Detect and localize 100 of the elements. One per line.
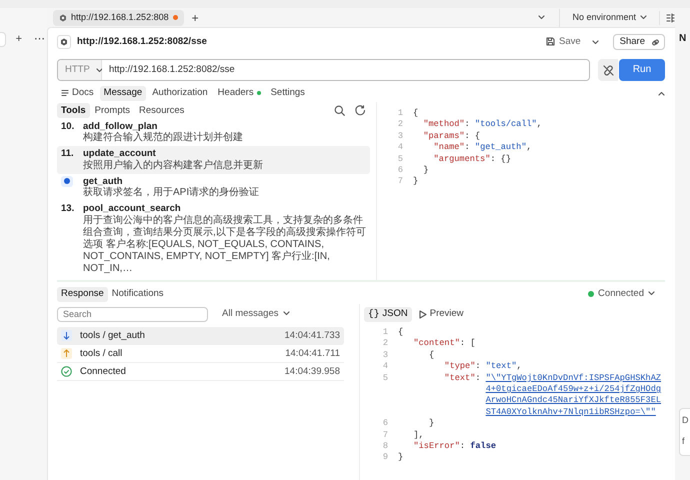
line-number: 7 [382,430,389,442]
code-token: "get_auth" [474,142,526,154]
tool-number: 11. [61,148,75,162]
line-number: 4 [396,142,404,154]
request-tab[interactable]: Docs [57,86,98,100]
code-token: } [422,165,428,176]
sidebar-button[interactable]: + [14,34,24,44]
save-options-chevron-icon[interactable] [592,40,599,44]
code-token: : [ [460,338,476,350]
message-time: 14:04:39.958 [284,366,340,378]
line-number: 5 [382,372,389,385]
request-tab[interactable]: Settings [266,86,309,100]
line-number: 8 [382,441,389,452]
request-title: http://192.168.1.252:8082/sse [77,36,207,48]
tool-name: pool_account_search [83,203,182,214]
code-token: "params" [422,130,465,142]
code-token: : {} [490,154,511,166]
code-token: "content" [412,338,460,350]
check-circle-icon [61,366,72,377]
code-token: "text" [443,372,476,385]
broken-link-icon [602,64,614,76]
message-row[interactable]: Connected 14:04:39.958 [57,363,344,381]
code-token: "text" [486,361,517,373]
message-row[interactable]: tools / get_auth 14:04:41.733 [57,327,344,345]
card-text: f [682,436,686,447]
line-number: 9 [382,452,389,464]
search-field[interactable] [0,32,6,46]
response-tab[interactable]: Response [57,286,108,302]
message-time: 14:04:41.711 [285,348,340,360]
connection-status[interactable]: Connected [582,287,661,301]
tool-item[interactable]: 13. pool_account_search 用于查询公海中的客户信息的高级搜索工具，支持复杂的多条件组合查询，查询结果分页展示,以下是各字段的高级搜索操作符可选项 客户名称:[EQUALS, NOT_EQUALS, CONTAINS, NOT_CONTAINS, EMPTY, NOT_EMPTY] 客户行业:[IN, NOT_IN,… [57,201,370,277]
message-label: tools / get_auth [80,330,145,342]
save-button[interactable]: Save [544,36,583,48]
code-token: : [460,441,466,452]
line-number: 1 [396,108,404,120]
response-tab[interactable]: Notifications [108,286,168,302]
disconnect-button[interactable] [598,59,618,81]
request-tab[interactable]: Headers [214,86,265,100]
code-token: , [536,119,542,131]
docs-icon [61,89,69,97]
tool-number: 10. [61,121,76,134]
environment-settings-icon[interactable] [666,12,675,22]
tool-name: update_account [83,148,157,160]
code-token: "tools/call" [474,119,537,131]
play-icon [418,310,427,318]
code-token: false [470,441,496,452]
message-row[interactable]: tools / call 14:04:41.711 [57,345,344,363]
request-tab[interactable]: Message [100,86,146,100]
request-tab[interactable]: http://192.168.1.252:808 [53,10,184,26]
tool-number: 13. [61,203,76,216]
url-bar[interactable]: HTTP http://192.168.1.252:8082/sse [57,59,590,81]
tool-item[interactable]: get_auth 获取请求签名，用于API请求的身份验证 [57,174,370,202]
line-number: 3 [396,130,404,142]
line-number: 2 [396,119,404,131]
code-token: : [475,372,482,385]
tool-description: 按照用户输入的内容构建客户信息并更新 [83,160,263,172]
tool-tab[interactable]: Resources [135,103,188,118]
code-token: : [464,142,471,154]
line-number: 6 [396,165,404,176]
search-field[interactable]: Search [57,306,208,322]
line-number: 1 [382,327,389,338]
line-number: 3 [382,350,389,362]
chevron-down-icon [640,14,647,20]
tool-tab[interactable]: Prompts [90,103,134,118]
tool-description: 用于查询公海中的客户信息的高级搜索工具，支持复杂的多条件组合查询，查询结果分页展示,以下是各字段的高级搜索操作符可选项 客户名称:[EQUALS, NOT_EQUALS, CONTAINS, NOT_CONTAINS, EMPTY, NOT_EMPTY] 客户行业:[IN, NOT_IN,… [83,214,366,275]
arrow-up-icon [61,348,72,359]
code-token: "isError" [412,441,460,452]
view-tab[interactable]: Preview [414,306,468,322]
line-number: 6 [382,418,389,430]
line-number: 5 [396,154,404,166]
tool-item[interactable]: 11. update_account 按照用户输入的内容构建客户信息并更新 [57,146,370,174]
tab-list-chevron-icon[interactable] [538,15,546,20]
code-token: ], [412,430,424,442]
new-tab-button[interactable]: + [190,12,201,24]
run-button[interactable]: Run [619,59,665,81]
share-button[interactable]: Share [612,34,665,50]
chevron-down-icon [96,68,103,72]
message-filter-dropdown[interactable]: All messages [216,307,296,321]
code-token: } [398,452,404,464]
collapse-chevron-icon[interactable] [658,90,665,96]
code-token: , [526,142,532,154]
code-token: "type" [443,361,476,373]
view-tab[interactable]: {} JSON [364,306,412,322]
request-tab[interactable]: Authorization [148,86,212,100]
code-token: { [398,327,404,338]
sidebar-button[interactable]: ⋯ [32,34,47,44]
chevron-down-icon [282,311,290,316]
environment-dropdown[interactable]: No environment [566,11,653,24]
message-time: 14:04:41.733 [284,330,340,342]
search-icon[interactable] [334,105,345,116]
tool-item[interactable]: 10. add_follow_plan 构建符合输入规范的跟进计划并创建 [57,119,370,146]
tool-name: add_follow_plan [83,121,158,132]
code-token: "arguments" [432,154,490,166]
link-icon [651,38,660,46]
refresh-icon[interactable] [355,105,366,116]
line-number: 4 [382,361,389,373]
chevron-down-icon [648,291,655,296]
tool-tab[interactable]: Tools [57,103,90,118]
message-label: Connected [80,366,126,378]
tool-description: 构建符合输入规范的跟进计划并创建 [83,132,243,144]
